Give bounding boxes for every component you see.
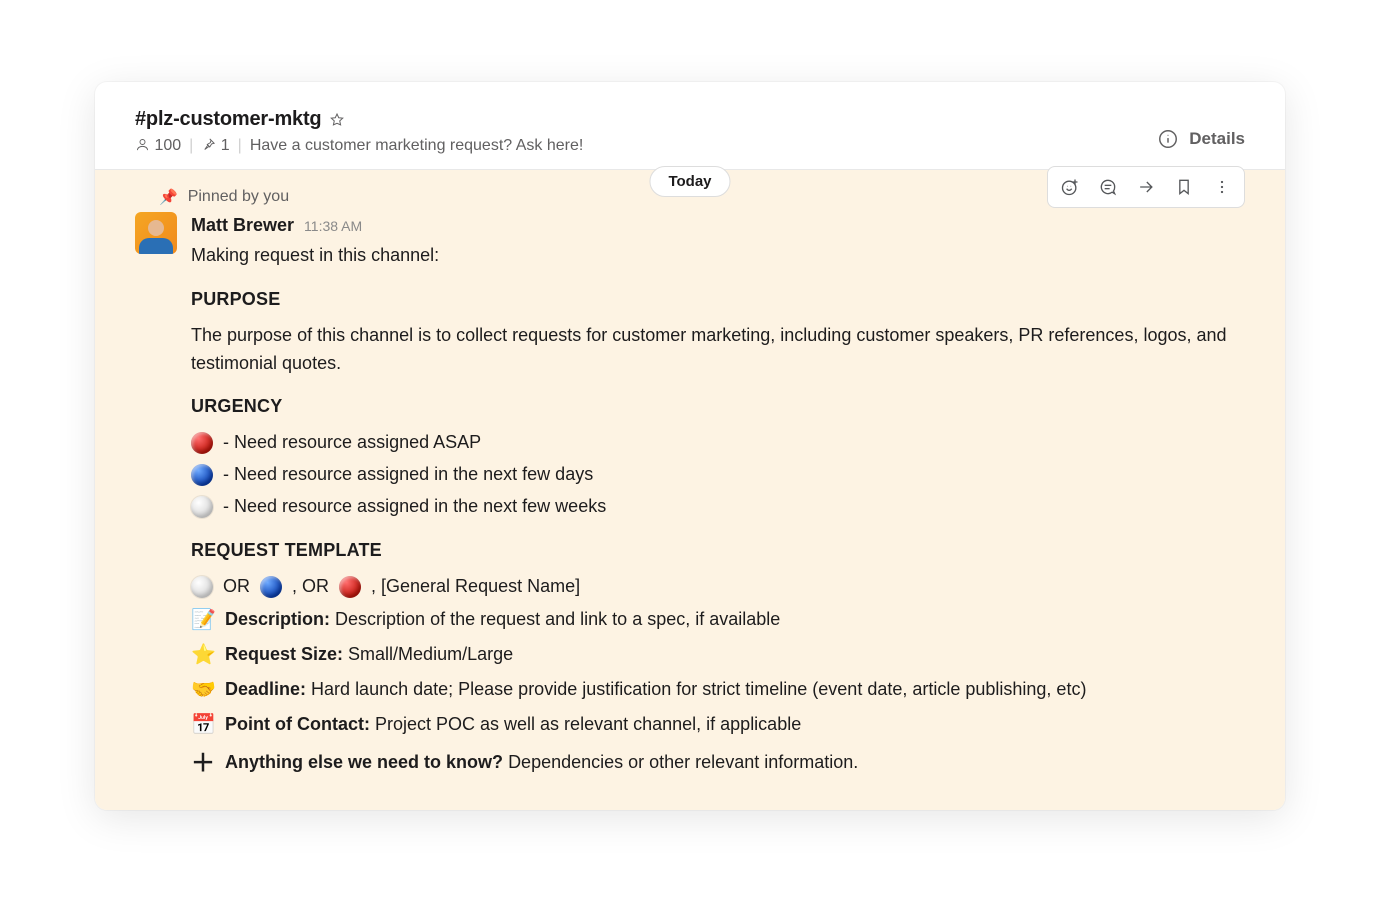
thread-button[interactable] xyxy=(1090,173,1126,201)
message-area: Today 📌 Pinned by you Matt Brewer 11:38 … xyxy=(95,170,1285,810)
purpose-title: PURPOSE xyxy=(191,286,1245,314)
slack-channel-card: #plz-customer-mktg 100 | 1 | Have a cust… xyxy=(95,82,1285,810)
template-list: OR , OR , [General Request Name] 📝 Descr… xyxy=(191,573,1245,782)
pin-count[interactable]: 1 xyxy=(201,137,229,155)
message-author[interactable]: Matt Brewer xyxy=(191,212,294,240)
urgency-item-red: - Need resource assigned ASAP xyxy=(191,429,1245,457)
template-row-description: 📝 Description: Description of the reques… xyxy=(191,605,1245,636)
meta-separator: | xyxy=(238,137,242,155)
white-circle-icon xyxy=(191,576,213,598)
meta-separator: | xyxy=(189,137,193,155)
red-circle-icon xyxy=(191,432,213,454)
white-circle-icon xyxy=(191,496,213,518)
message-timestamp[interactable]: 11:38 AM xyxy=(304,216,362,238)
channel-header: #plz-customer-mktg 100 | 1 | Have a cust… xyxy=(95,82,1285,170)
message-intro: Making request in this channel: xyxy=(191,242,1245,270)
purpose-body: The purpose of this channel is to collec… xyxy=(191,322,1245,378)
member-count[interactable]: 100 xyxy=(135,137,181,155)
channel-name[interactable]: #plz-customer-mktg xyxy=(135,108,321,131)
blue-circle-icon xyxy=(191,464,213,486)
urgency-title: URGENCY xyxy=(191,393,1245,421)
person-icon xyxy=(135,137,150,152)
date-divider-chip[interactable]: Today xyxy=(649,166,730,197)
memo-icon: 📝 xyxy=(191,605,215,636)
blue-circle-icon xyxy=(260,576,282,598)
avatar[interactable] xyxy=(135,212,177,254)
channel-header-right[interactable]: Details xyxy=(1157,128,1245,150)
channel-header-left: #plz-customer-mktg 100 | 1 | Have a cust… xyxy=(135,108,583,155)
message-actions-toolbar xyxy=(1047,166,1245,208)
channel-meta: 100 | 1 | Have a customer marketing requ… xyxy=(135,137,583,155)
template-row-deadline: 🤝 Deadline: Hard launch date; Please pro… xyxy=(191,675,1245,706)
star-icon[interactable] xyxy=(329,112,345,128)
pin-icon xyxy=(201,137,216,152)
urgency-list: - Need resource assigned ASAP - Need res… xyxy=(191,429,1245,521)
pin-icon: 📌 xyxy=(159,188,178,206)
channel-topic[interactable]: Have a customer marketing request? Ask h… xyxy=(250,137,584,155)
red-circle-icon xyxy=(339,576,361,598)
template-row-poc: 📅 Point of Contact: Project POC as well … xyxy=(191,710,1245,741)
urgency-item-blue: - Need resource assigned in the next few… xyxy=(191,461,1245,489)
template-row-else: ＋ Anything else we need to know? Depende… xyxy=(191,745,1245,782)
details-label: Details xyxy=(1189,129,1245,149)
plus-icon: ＋ xyxy=(191,745,215,782)
more-actions-button[interactable] xyxy=(1204,173,1240,201)
calendar-icon: 📅 xyxy=(191,710,215,741)
info-icon xyxy=(1157,128,1179,150)
star-icon: ⭐ xyxy=(191,640,215,671)
message: Matt Brewer 11:38 AM Making request in t… xyxy=(135,212,1245,782)
bookmark-button[interactable] xyxy=(1166,173,1202,201)
add-reaction-button[interactable] xyxy=(1052,173,1088,201)
share-button[interactable] xyxy=(1128,173,1164,201)
pinned-label: Pinned by you xyxy=(188,188,289,206)
urgency-item-white: - Need resource assigned in the next few… xyxy=(191,493,1245,521)
template-title: REQUEST TEMPLATE xyxy=(191,537,1245,565)
handshake-icon: 🤝 xyxy=(191,675,215,706)
template-row-size: ⭐ Request Size: Small/Medium/Large xyxy=(191,640,1245,671)
message-content: Matt Brewer 11:38 AM Making request in t… xyxy=(191,212,1245,782)
template-row-priority: OR , OR , [General Request Name] xyxy=(191,573,1245,601)
